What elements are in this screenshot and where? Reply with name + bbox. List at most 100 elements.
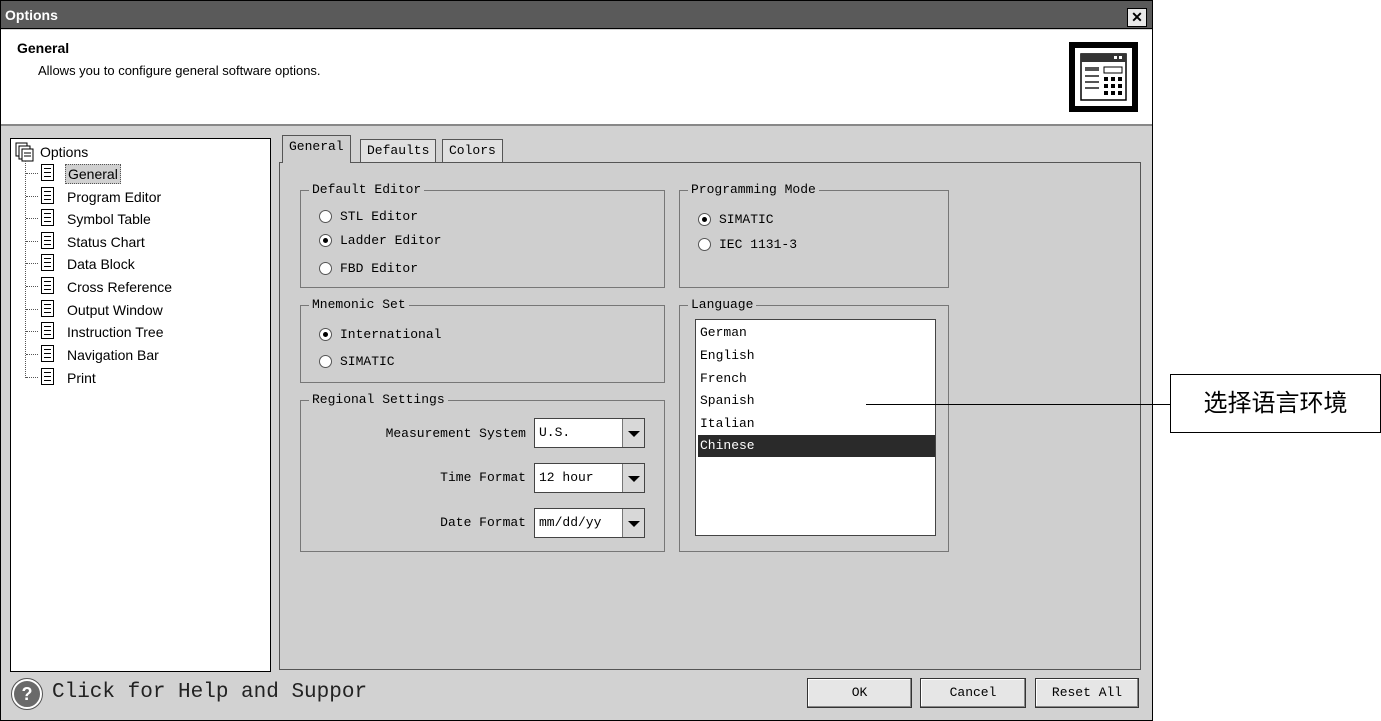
tree-item-cross-reference[interactable]: Cross Reference	[11, 276, 261, 298]
radio-label: International	[340, 327, 442, 342]
tree-item-print[interactable]: Print	[11, 367, 261, 389]
document-icon	[41, 254, 54, 271]
tree-item-label: Program Editor	[67, 189, 162, 205]
tree-item-navigation-bar[interactable]: Navigation Bar	[11, 344, 261, 366]
document-icon	[41, 322, 54, 339]
chevron-down-icon[interactable]	[622, 509, 644, 537]
regional-settings-group: Regional Settings Measurement System U.S…	[300, 392, 665, 552]
chevron-down-icon[interactable]	[622, 419, 644, 447]
tree-item-instruction-tree[interactable]: Instruction Tree	[11, 321, 261, 343]
date-format-select[interactable]: mm/dd/yy	[534, 508, 645, 538]
document-icon	[41, 345, 54, 362]
radio-indicator	[319, 262, 332, 275]
settings-window-icon	[1069, 42, 1138, 112]
help-link[interactable]: Click for Help and Suppor	[52, 681, 367, 705]
tab-label: Colors	[449, 143, 496, 158]
radio-label: FBD Editor	[340, 261, 419, 276]
tab-general[interactable]: General	[282, 135, 351, 163]
combo-value: 12 hour	[539, 470, 594, 485]
date-format-label: Date Format	[440, 515, 526, 530]
measurement-system-label: Measurement System	[385, 426, 526, 441]
radio-label: IEC 1131-3	[719, 237, 798, 252]
group-title: Default Editor	[309, 182, 425, 198]
radio-ladder-editor[interactable]: Ladder Editor	[319, 232, 519, 252]
combo-value: U.S.	[539, 425, 571, 440]
mnemonic-set-group: Mnemonic Set International SIMATIC	[300, 297, 665, 383]
language-item-chinese[interactable]: Chinese	[698, 435, 935, 457]
radio-international[interactable]: International	[319, 326, 519, 346]
tab-defaults[interactable]: Defaults	[360, 139, 437, 163]
radio-label: SIMATIC	[340, 354, 395, 369]
document-icon	[41, 164, 54, 181]
chevron-down-icon[interactable]	[622, 464, 644, 492]
tree-item-label: Symbol Table	[67, 211, 151, 227]
document-icon	[41, 277, 54, 294]
document-icon	[41, 300, 54, 317]
measurement-system-select[interactable]: U.S.	[534, 418, 645, 448]
language-item-english[interactable]: English	[698, 345, 935, 367]
time-format-select[interactable]: 12 hour	[534, 463, 645, 493]
tree-root-options[interactable]: Options	[11, 142, 211, 164]
radio-fbd-editor[interactable]: FBD Editor	[319, 260, 519, 280]
document-icon	[41, 368, 54, 385]
time-format-label: Time Format	[440, 470, 526, 485]
tree-item-label: General	[65, 164, 121, 184]
radio-stl-editor[interactable]: STL Editor	[319, 208, 519, 228]
header-description: Allows you to configure general software…	[38, 63, 321, 78]
language-item-spanish[interactable]: Spanish	[698, 390, 935, 412]
tree-item-label: Print	[67, 370, 96, 386]
radio-label: STL Editor	[340, 209, 419, 224]
callout-label: 选择语言环境	[1170, 374, 1381, 433]
cancel-button[interactable]: Cancel	[920, 678, 1026, 708]
settings-window-icon-graphic	[1080, 53, 1127, 101]
group-title: Language	[688, 297, 757, 313]
tab-label: General	[289, 139, 344, 154]
radio-indicator	[319, 328, 332, 341]
language-item-french[interactable]: French	[698, 368, 935, 390]
tree-item-label: Instruction Tree	[67, 324, 164, 340]
radio-label: Ladder Editor	[340, 233, 442, 248]
title-bar[interactable]: Options ✕	[1, 1, 1152, 29]
tree-item-symbol-table[interactable]: Symbol Table	[11, 208, 261, 230]
reset-all-button[interactable]: Reset All	[1035, 678, 1139, 708]
tree-item-output-window[interactable]: Output Window	[11, 299, 261, 321]
default-editor-group: Default Editor STL Editor Ladder Editor …	[300, 182, 665, 288]
tree-item-label: Status Chart	[67, 234, 145, 250]
tab-colors[interactable]: Colors	[442, 139, 503, 163]
tree-item-data-block[interactable]: Data Block	[11, 253, 261, 275]
tab-label: Defaults	[367, 143, 430, 158]
document-icon	[41, 209, 54, 226]
language-item-german[interactable]: German	[698, 322, 935, 344]
radio-indicator	[319, 234, 332, 247]
radio-indicator	[698, 213, 711, 226]
radio-label: SIMATIC	[719, 212, 774, 227]
tree-item-program-editor[interactable]: Program Editor	[11, 186, 261, 208]
tree-item-label: Cross Reference	[67, 279, 173, 295]
combo-value: mm/dd/yy	[539, 515, 602, 530]
options-folder-icon	[15, 142, 34, 162]
dialog-header: General Allows you to configure general …	[1, 30, 1152, 126]
group-title: Mnemonic Set	[309, 297, 409, 313]
radio-simatic-mode[interactable]: SIMATIC	[698, 211, 898, 231]
group-title: Regional Settings	[309, 392, 448, 408]
radio-indicator	[698, 238, 711, 251]
document-icon	[41, 232, 54, 249]
ok-button[interactable]: OK	[807, 678, 912, 708]
close-button[interactable]: ✕	[1127, 8, 1147, 27]
radio-indicator	[319, 210, 332, 223]
language-listbox[interactable]: German English French Spanish Italian Ch…	[695, 319, 936, 536]
radio-simatic-mnemonic[interactable]: SIMATIC	[319, 353, 519, 373]
radio-iec-mode[interactable]: IEC 1131-3	[698, 236, 898, 256]
help-icon[interactable]: ?	[11, 678, 43, 710]
options-tree[interactable]: Options General Program Editor Symbol Ta…	[10, 138, 271, 672]
tree-item-general[interactable]: General	[11, 163, 261, 185]
tree-item-status-chart[interactable]: Status Chart	[11, 231, 261, 253]
close-icon: ✕	[1131, 9, 1143, 25]
callout-line	[866, 404, 1170, 405]
tree-item-label: Navigation Bar	[67, 347, 159, 363]
group-title: Programming Mode	[688, 182, 819, 198]
window-title: Options	[5, 7, 58, 23]
programming-mode-group: Programming Mode SIMATIC IEC 1131-3	[679, 182, 949, 288]
document-icon	[41, 187, 54, 204]
language-item-italian[interactable]: Italian	[698, 413, 935, 435]
